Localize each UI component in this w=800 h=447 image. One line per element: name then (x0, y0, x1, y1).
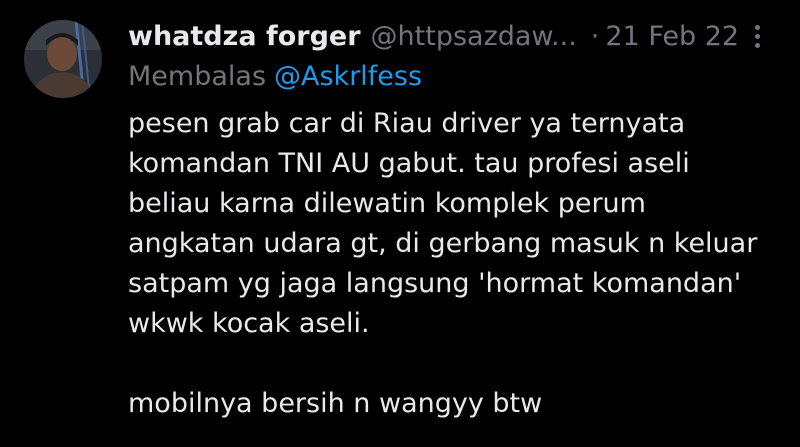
ellipsis-dot (754, 24, 760, 30)
tweet-body-line: komandan TNI AU gabut. tau profesi aseli (128, 148, 690, 179)
tweet-body: pesen grab car di Riau driver ya ternyat… (128, 104, 788, 424)
reply-label: Membalas (128, 60, 267, 92)
user-avatar-photo-icon (24, 20, 102, 98)
header-separator: · (590, 20, 600, 52)
tweet-body-line: beliau karna dilewatin komplek perum (128, 188, 646, 219)
tweet-body-line: wkwk kocak aseli. (128, 308, 370, 339)
tweet-body-line: satpam yg jaga langsung 'hormat komandan… (128, 268, 742, 299)
author-handle[interactable]: @httpsazdaw... (371, 21, 577, 52)
ellipsis-dot (754, 33, 760, 39)
tweet-date[interactable]: 21 Feb 22 (605, 21, 739, 52)
tweet-body-line: pesen grab car di Riau driver ya ternyat… (128, 108, 686, 139)
author-avatar[interactable] (24, 20, 102, 98)
author-display-name[interactable]: whatdza forger (128, 21, 361, 52)
tweet-body-line: angkatan udara gt, di gerbang masuk n ke… (128, 228, 758, 259)
tweet-header: whatdza forger @httpsazdaw... · 21 Feb 2… (128, 14, 768, 58)
ellipsis-dot (754, 42, 760, 48)
vertical-ellipsis-icon[interactable] (742, 18, 772, 54)
reply-context: Membalas @Askrlfess (128, 56, 422, 96)
reply-target-link[interactable]: @Askrlfess (274, 61, 422, 92)
tweet-body-line: mobilnya bersih n wangyy btw (128, 388, 543, 419)
